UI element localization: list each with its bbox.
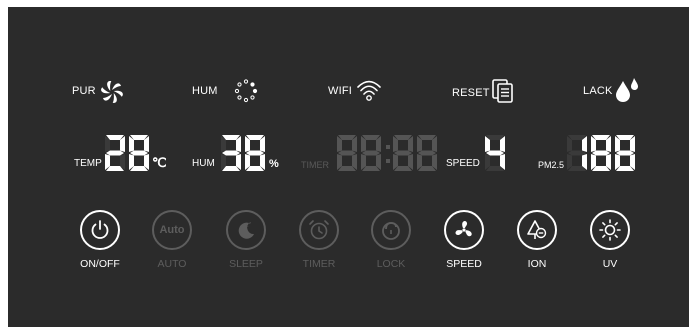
uv-label: UV bbox=[602, 258, 618, 270]
power-icon bbox=[91, 220, 109, 239]
celsius-unit: ℃ bbox=[152, 155, 167, 170]
moon-icon: z z bbox=[238, 220, 254, 239]
digit-0-segment-g bbox=[106, 150, 124, 156]
timer-button-label: TIMER bbox=[302, 258, 336, 270]
timer-label: TIMER bbox=[301, 160, 329, 170]
digit-1-segment-g bbox=[362, 150, 380, 156]
digit-0-segment-g bbox=[338, 150, 356, 156]
alarm-clock-icon bbox=[309, 220, 329, 240]
temp-value-display bbox=[105, 135, 149, 171]
filter-reset-icon bbox=[492, 79, 513, 103]
ion-button[interactable] bbox=[517, 210, 557, 250]
water-drops-icon bbox=[616, 78, 638, 102]
uv-button[interactable] bbox=[590, 210, 630, 250]
fan-icon bbox=[455, 220, 472, 237]
temp-label: TEMP bbox=[74, 158, 102, 169]
pm25-label: PM2.5 bbox=[538, 160, 565, 170]
svg-text:z: z bbox=[249, 220, 251, 225]
hum-value-display bbox=[221, 135, 265, 171]
digit-4-segment-g bbox=[418, 150, 436, 156]
digit-0-segment-g bbox=[568, 150, 586, 156]
hum-indicator-label: HUM bbox=[192, 85, 218, 97]
speed-label: SPEED bbox=[446, 158, 480, 169]
pm25-value-display bbox=[567, 135, 635, 171]
sleep-button[interactable]: z z bbox=[226, 210, 266, 250]
sleep-label: SLEEP bbox=[229, 258, 263, 270]
colon-dot bbox=[386, 145, 390, 149]
lock-label: LOCK bbox=[376, 258, 406, 270]
digit-0-segment-g bbox=[486, 150, 504, 156]
hum-label: HUM bbox=[192, 158, 215, 169]
ion-label: ION bbox=[527, 258, 547, 270]
wifi-label: WIFI bbox=[328, 85, 353, 97]
lack-label: LACK bbox=[583, 85, 613, 97]
digit-1-segment-g bbox=[130, 150, 148, 156]
sun-icon bbox=[599, 219, 621, 241]
auto-icon: Auto bbox=[159, 224, 185, 236]
dots-ring-icon bbox=[234, 79, 258, 103]
colon-dot bbox=[386, 159, 390, 163]
digit-2-segment-g bbox=[616, 150, 634, 156]
timer-value-display bbox=[337, 135, 437, 171]
digit-0-segment-g bbox=[222, 150, 240, 156]
digit-1-segment-g bbox=[246, 150, 264, 156]
lock-icon bbox=[382, 222, 400, 240]
timer-button[interactable] bbox=[299, 210, 339, 250]
percent-unit: % bbox=[269, 158, 279, 170]
speed-value-display bbox=[485, 135, 505, 171]
digit-3-segment-g bbox=[394, 150, 412, 156]
lock-button[interactable] bbox=[371, 210, 411, 250]
fan-swirl-icon bbox=[101, 81, 123, 103]
auto-label: AUTO bbox=[157, 258, 187, 270]
onoff-label: ON/OFF bbox=[80, 258, 120, 270]
pur-label: PUR bbox=[72, 85, 96, 97]
wifi-icon bbox=[357, 80, 381, 101]
digit-1-segment-g bbox=[592, 150, 610, 156]
auto-button[interactable]: Auto bbox=[152, 210, 192, 250]
reset-label: RESET bbox=[452, 87, 490, 99]
ion-tree-icon bbox=[527, 220, 547, 239]
speed-button-label: SPEED bbox=[446, 258, 482, 270]
speed-button[interactable] bbox=[444, 210, 484, 250]
power-button[interactable] bbox=[80, 210, 120, 250]
